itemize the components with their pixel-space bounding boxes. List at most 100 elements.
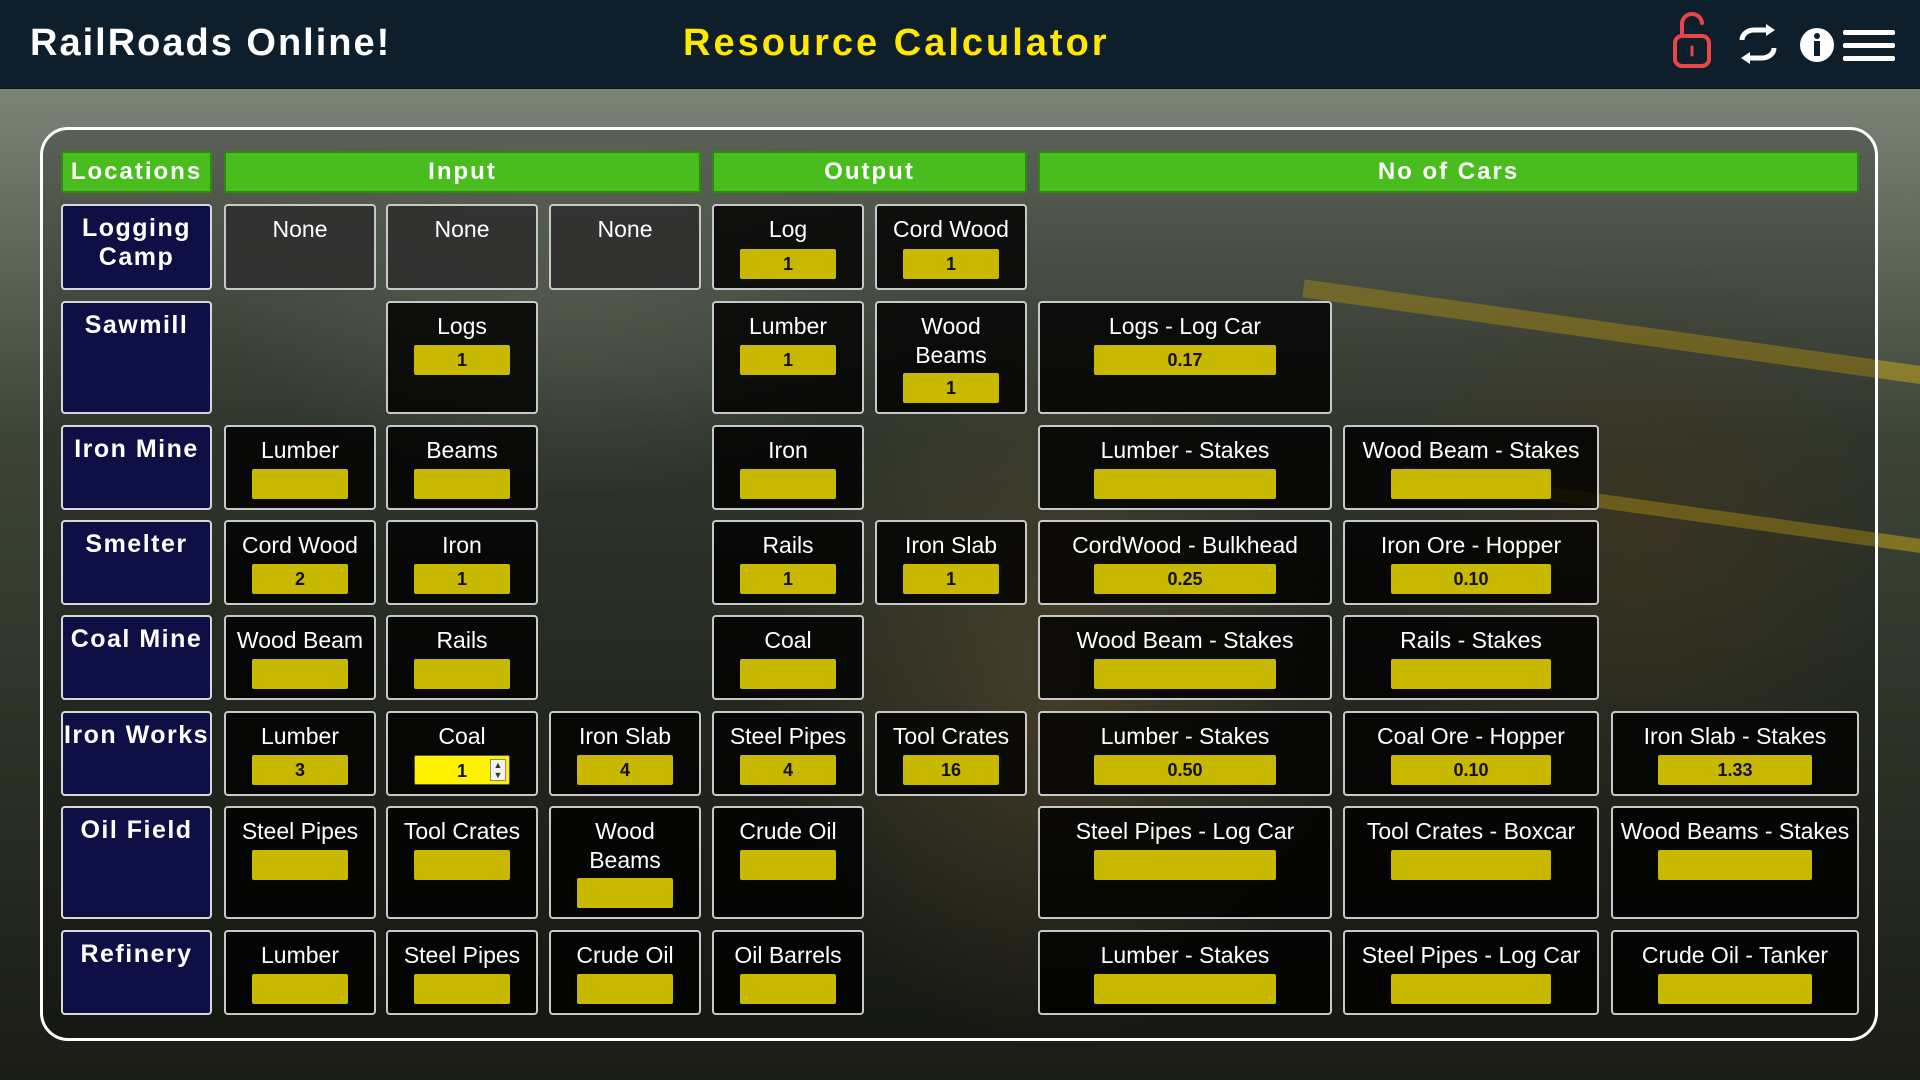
car-label: Tool Crates - Boxcar [1366, 818, 1576, 844]
input-cell: Cord Wood 2 [224, 520, 376, 605]
input-value-field-focused[interactable]: 1 ▲ ▼ [414, 755, 510, 785]
car-value-field[interactable] [1391, 659, 1551, 689]
location-oil-field: Oil Field [61, 806, 212, 919]
number-spinner[interactable]: ▲ ▼ [490, 759, 506, 781]
output-label: Iron Slab [904, 532, 998, 558]
input-cell: None [386, 204, 538, 290]
input-value-field[interactable] [577, 878, 673, 908]
car-label: Lumber - Stakes [1100, 723, 1270, 749]
location-coal-mine: Coal Mine [61, 615, 212, 700]
car-value-field[interactable] [1094, 469, 1276, 499]
input-cell: None [549, 204, 701, 290]
input-cell: Iron 1 [386, 520, 538, 605]
car-value-field[interactable] [1658, 974, 1812, 1004]
header-input: Input [224, 151, 701, 193]
car-value-field[interactable] [1094, 974, 1276, 1004]
input-value-field[interactable]: 3 [252, 755, 348, 785]
output-label: Cord Wood [893, 216, 1009, 242]
input-cell: None [224, 204, 376, 290]
location-smelter: Smelter [61, 520, 212, 605]
input-value-field[interactable]: 1 [414, 345, 510, 375]
output-label: Coal [764, 627, 812, 653]
car-value-field[interactable] [1391, 850, 1551, 880]
car-label: Wood Beams - Stakes [1620, 818, 1850, 844]
input-label: Iron [442, 532, 482, 558]
input-label: Cord Wood [242, 532, 358, 558]
output-value-field[interactable]: 1 [903, 564, 999, 594]
output-cell: Tool Crates 16 [875, 711, 1027, 796]
input-label: Logs [437, 313, 487, 339]
input-value-field[interactable] [252, 659, 348, 689]
input-cell: Steel Pipes [386, 930, 538, 1015]
car-label: Iron Slab - Stakes [1643, 723, 1827, 749]
output-cell: Lumber 1 [712, 301, 864, 414]
input-value-field[interactable] [414, 469, 510, 499]
page-title: Resource Calculator [683, 22, 1110, 64]
car-value-field[interactable] [1391, 974, 1551, 1004]
car-cell: Wood Beams - Stakes [1611, 806, 1859, 919]
output-value-field[interactable]: 1 [903, 249, 999, 279]
output-label: Crude Oil [739, 818, 837, 844]
input-value: 1 [456, 761, 467, 781]
car-cell: Tool Crates - Boxcar [1343, 806, 1599, 919]
input-cell: Lumber [224, 930, 376, 1015]
input-value-field[interactable] [252, 974, 348, 1004]
input-cell: Beams [386, 425, 538, 510]
output-value-field[interactable] [740, 469, 836, 499]
location-refinery: Refinery [61, 930, 212, 1015]
top-bar: RailRoads Online! Resource Calculator [0, 0, 1920, 89]
output-value-field[interactable]: 4 [740, 755, 836, 785]
input-cell: Wood Beams [549, 806, 701, 919]
input-value-field[interactable] [577, 974, 673, 1004]
car-label: Rails - Stakes [1400, 627, 1542, 653]
car-value-field[interactable]: 0.25 [1094, 564, 1276, 594]
car-cell: Crude Oil - Tanker [1611, 930, 1859, 1015]
car-cell: Coal Ore - Hopper 0.10 [1343, 711, 1599, 796]
car-value-field[interactable]: 0.10 [1391, 564, 1551, 594]
input-value-field[interactable] [414, 659, 510, 689]
car-value-field[interactable]: 0.17 [1094, 345, 1276, 375]
car-value-field[interactable] [1658, 850, 1812, 880]
input-value-field[interactable]: 2 [252, 564, 348, 594]
car-value-field[interactable]: 0.10 [1391, 755, 1551, 785]
output-cell: Cord Wood 1 [875, 204, 1027, 290]
unlock-icon[interactable] [1668, 10, 1720, 77]
input-cell: Tool Crates [386, 806, 538, 919]
input-value-field[interactable] [414, 974, 510, 1004]
output-value-field[interactable]: 1 [740, 564, 836, 594]
car-value-field[interactable] [1094, 850, 1276, 880]
info-icon[interactable] [1799, 27, 1835, 68]
output-label: Wood Beams [915, 313, 987, 368]
app-title[interactable]: RailRoads Online! [30, 22, 391, 65]
input-label: Coal [438, 723, 486, 749]
car-value-field[interactable] [1391, 469, 1551, 499]
output-label: Tool Crates [892, 723, 1010, 749]
output-value-field[interactable] [740, 850, 836, 880]
output-value-field[interactable]: 1 [903, 373, 999, 403]
car-value-field[interactable]: 1.33 [1658, 755, 1812, 785]
input-value-field[interactable]: 4 [577, 755, 673, 785]
output-value-field[interactable]: 1 [740, 345, 836, 375]
input-label: None [597, 216, 653, 242]
output-value-field[interactable] [740, 659, 836, 689]
car-value-field[interactable]: 0.50 [1094, 755, 1276, 785]
output-cell: Oil Barrels [712, 930, 864, 1015]
car-cell: Logs - Log Car 0.17 [1038, 301, 1332, 414]
output-label: Log [768, 216, 808, 242]
input-cell: Steel Pipes [224, 806, 376, 919]
input-value-field[interactable] [414, 850, 510, 880]
input-label: Steel Pipes [403, 942, 521, 968]
output-value-field[interactable] [740, 974, 836, 1004]
menu-icon[interactable] [1843, 28, 1895, 69]
output-value-field[interactable]: 16 [903, 755, 999, 785]
input-value-field[interactable] [252, 850, 348, 880]
input-value-field[interactable] [252, 469, 348, 499]
car-value-field[interactable] [1094, 659, 1276, 689]
output-cell: Coal [712, 615, 864, 700]
output-value-field[interactable]: 1 [740, 249, 836, 279]
input-value-field[interactable]: 1 [414, 564, 510, 594]
swap-icon[interactable] [1736, 24, 1780, 69]
output-label: Oil Barrels [734, 942, 842, 968]
input-label: None [434, 216, 490, 242]
output-cell: Wood Beams 1 [875, 301, 1027, 414]
